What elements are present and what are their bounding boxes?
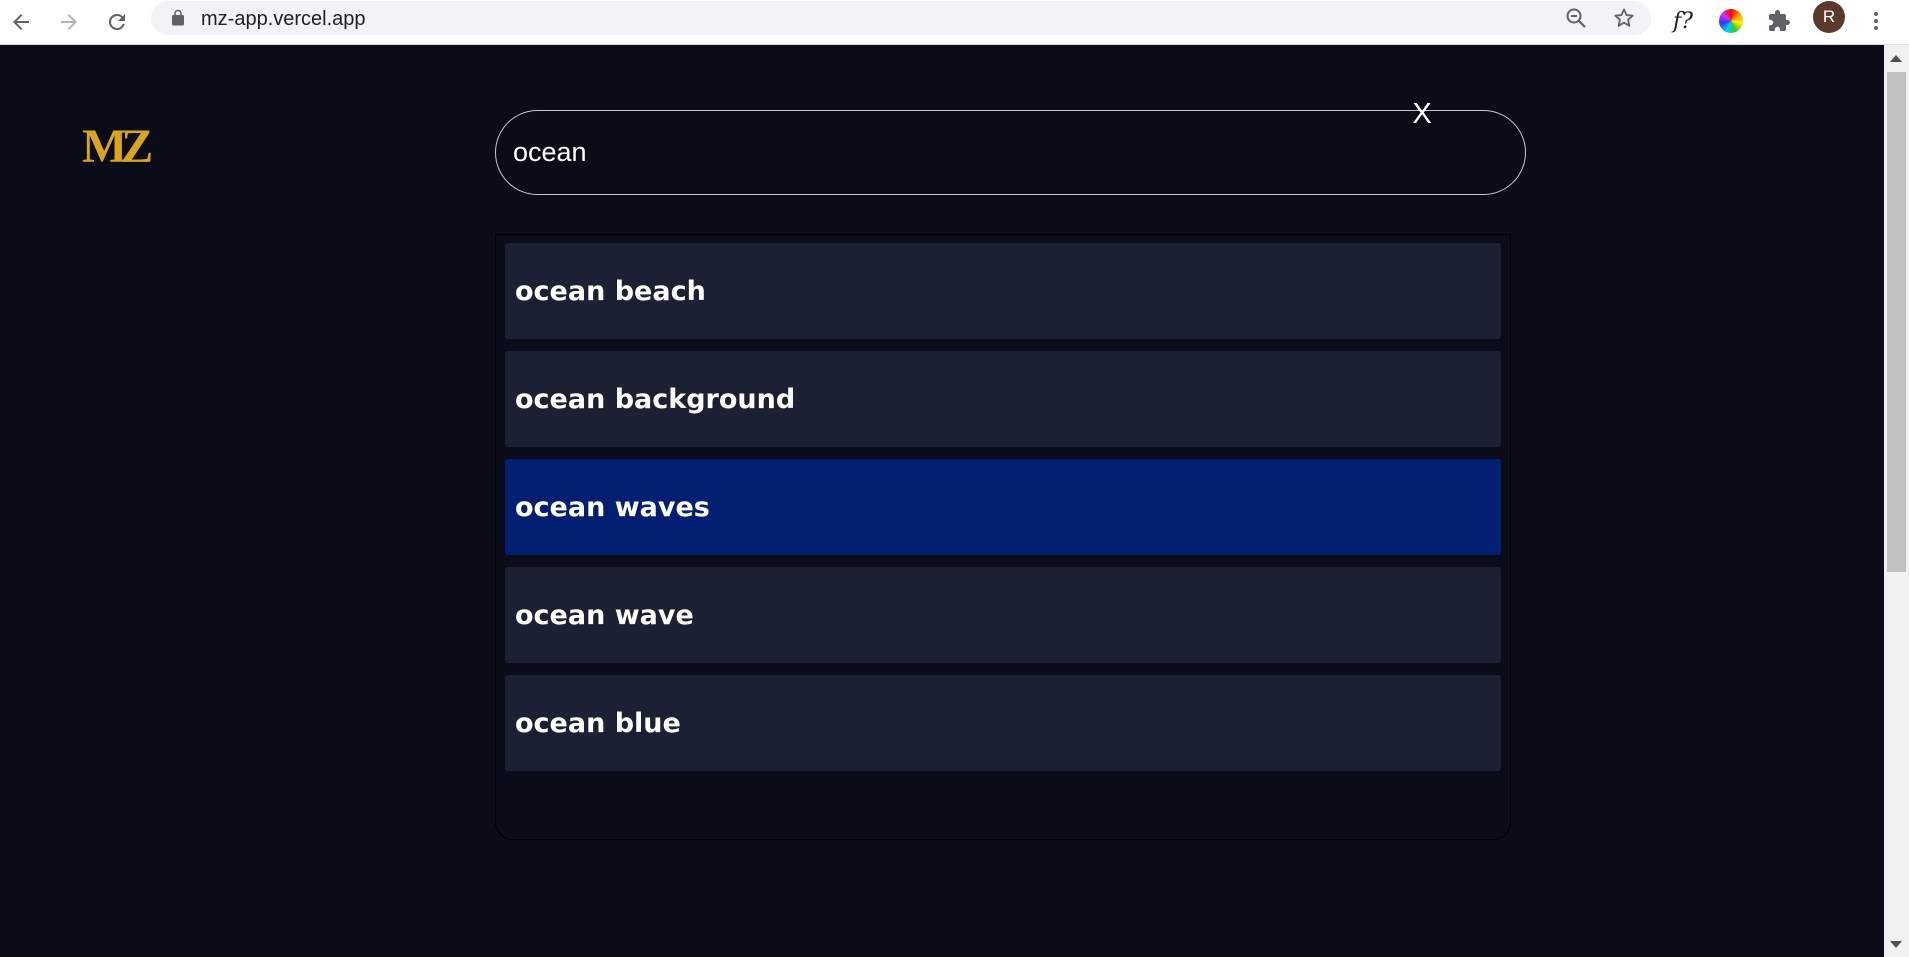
address-url[interactable]: mz-app.vercel.app bbox=[201, 8, 366, 30]
browser-menu-button[interactable] bbox=[1860, 5, 1892, 37]
suggestion-item[interactable]: ocean blue bbox=[505, 675, 1501, 771]
reload-button[interactable] bbox=[99, 4, 135, 40]
scrollbar-thumb[interactable] bbox=[1887, 72, 1906, 572]
browser-toolbar: mz-app.vercel.app f? R bbox=[0, 0, 1909, 45]
profile-avatar[interactable]: R bbox=[1813, 1, 1845, 33]
color-extension-button[interactable] bbox=[1715, 5, 1747, 37]
suggestions-list: ocean beach ocean background ocean waves… bbox=[495, 234, 1511, 840]
suggestion-item[interactable]: ocean beach bbox=[505, 243, 1501, 339]
color-wheel-icon bbox=[1719, 9, 1743, 33]
page-content: MZ ocean beach ocean background ocean wa… bbox=[0, 45, 1884, 957]
lock-icon bbox=[172, 9, 184, 26]
suggestion-item-active[interactable]: ocean waves bbox=[505, 459, 1501, 555]
extensions-button[interactable] bbox=[1763, 5, 1795, 37]
reload-icon bbox=[108, 13, 125, 30]
forward-button[interactable] bbox=[51, 4, 87, 40]
scroll-up-icon[interactable] bbox=[1890, 55, 1902, 62]
search-input[interactable] bbox=[513, 131, 1373, 173]
kebab-menu-icon bbox=[1874, 12, 1878, 30]
app-logo[interactable]: MZ bbox=[82, 123, 153, 171]
clear-search-button[interactable]: X bbox=[1400, 92, 1444, 136]
suggestion-item[interactable]: ocean wave bbox=[505, 567, 1501, 663]
suggestion-item[interactable]: ocean background bbox=[505, 351, 1501, 447]
address-bar[interactable]: mz-app.vercel.app bbox=[151, 1, 1651, 35]
font-extension-button[interactable]: f? bbox=[1667, 5, 1699, 37]
zoom-out-icon[interactable] bbox=[1564, 6, 1588, 30]
back-button[interactable] bbox=[3, 4, 39, 40]
back-arrow-icon bbox=[13, 14, 29, 30]
forward-arrow-icon bbox=[61, 14, 77, 30]
scroll-down-icon[interactable] bbox=[1890, 941, 1902, 948]
page-scrollbar[interactable] bbox=[1884, 45, 1909, 957]
search-bar[interactable] bbox=[495, 110, 1526, 195]
puzzle-icon bbox=[1769, 10, 1790, 31]
star-icon[interactable] bbox=[1612, 6, 1636, 30]
